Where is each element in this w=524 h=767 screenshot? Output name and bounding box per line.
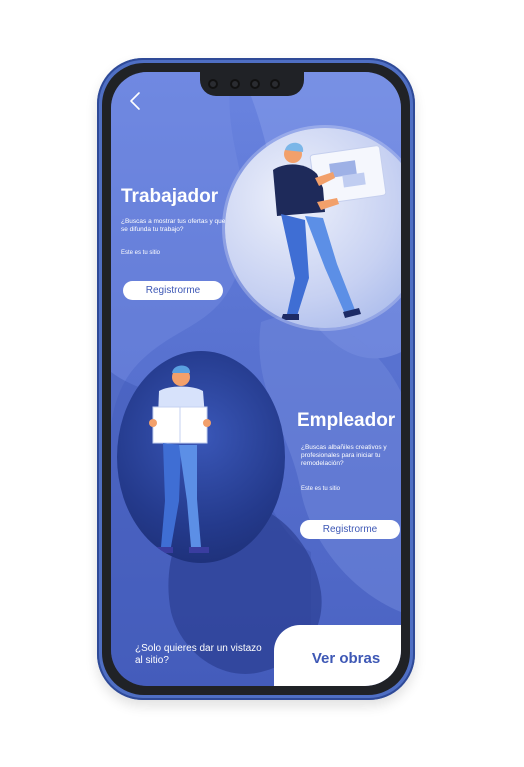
man-reading-document-figure [149, 365, 211, 553]
ver-obras-button[interactable]: Ver obras [274, 625, 401, 686]
phone-notch [200, 72, 304, 96]
empleador-description: ¿Buscas albañiles creativos y profesiona… [301, 444, 387, 467]
phone-bezel: Trabajador ¿Buscas a mostrar tus ofertas… [102, 63, 410, 695]
sensor-icon [270, 79, 280, 89]
trabajador-description: ¿Buscas a mostrar tus ofertas y que se d… [121, 218, 226, 233]
trabajador-register-button[interactable]: Registrorme [123, 281, 223, 300]
sensor-icon [230, 79, 240, 89]
phone-frame: Trabajador ¿Buscas a mostrar tus ofertas… [97, 58, 415, 700]
camera-icon [208, 79, 218, 89]
empleador-title: Empleador [297, 410, 396, 431]
trabajador-title: Trabajador [121, 186, 219, 207]
empleador-illustration [117, 351, 285, 563]
app-screen: Trabajador ¿Buscas a mostrar tus ofertas… [111, 72, 401, 686]
chevron-left-icon[interactable] [125, 90, 147, 112]
trabajador-tagline: Este es tu sitio [121, 250, 161, 256]
empleador-register-button[interactable]: Registrorme [300, 520, 400, 539]
browse-question: ¿Solo quieres dar un vistazo al sitio? [135, 643, 262, 666]
sensor-icon [250, 79, 260, 89]
empleador-tagline: Este es tu sitio [301, 486, 341, 492]
